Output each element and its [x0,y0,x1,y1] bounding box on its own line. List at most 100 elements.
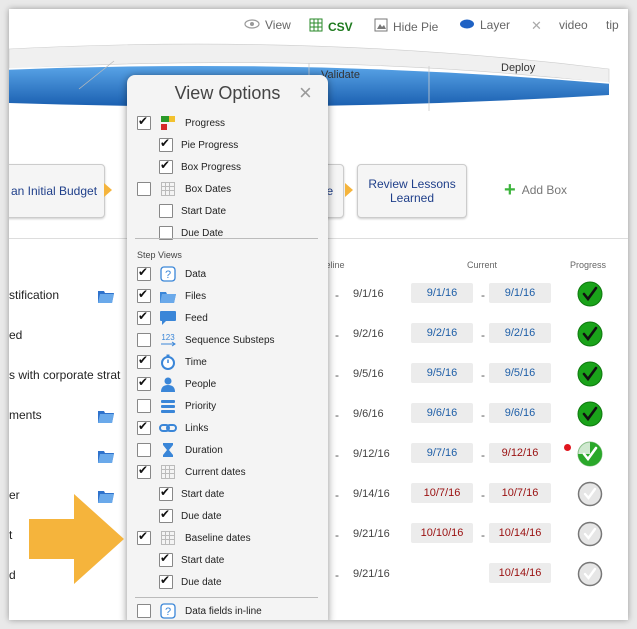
folder-icon[interactable] [97,408,115,429]
option-feed[interactable]: Feed [137,309,208,327]
csv-button[interactable]: CSV [309,18,353,35]
close-button[interactable]: × [299,82,312,104]
option-files[interactable]: Files [137,287,206,305]
option-checkbox[interactable] [159,573,173,589]
priority-icon [159,397,177,415]
option-checkbox[interactable] [159,204,173,218]
option-checkbox[interactable] [137,604,151,618]
col-progress: Progress [570,260,607,270]
layer-button[interactable]: Layer [459,18,510,32]
option-baseline-dates[interactable]: Baseline dates [137,529,251,547]
option-priority[interactable]: Priority [137,397,216,415]
option-label: Box Dates [185,183,232,195]
baseline-due: 9/1/16 [353,288,384,300]
option-label: Time [185,356,207,368]
option-data[interactable]: ? Data [137,265,206,283]
option-time[interactable]: Time [137,353,207,371]
folder-icon [159,287,177,305]
step-box-review-lessons[interactable]: Review Lessons Learned [357,164,467,218]
close-toolbar-button[interactable]: ✕ [531,18,542,34]
option-start-date[interactable]: Start Date [159,202,226,220]
hide-pie-button[interactable]: Hide Pie [374,18,438,35]
current-start[interactable]: 9/1/16 [411,283,473,303]
calendar-icon [159,463,177,481]
current-due[interactable]: 9/2/16 [489,323,551,343]
folder-icon[interactable] [97,448,115,469]
option-checkbox[interactable] [137,265,151,281]
option-people[interactable]: People [137,375,216,393]
date-separator: - [335,328,339,342]
baseline-due: 9/12/16 [353,448,390,460]
progress-check-icon[interactable] [577,401,603,427]
option-due-date[interactable]: Due date [159,507,222,525]
current-start[interactable]: 9/7/16 [411,443,473,463]
option-checkbox[interactable] [137,375,151,391]
option-links[interactable]: Links [137,419,208,437]
option-due-date[interactable]: Due Date [159,224,223,242]
current-due[interactable]: 10/14/16 [489,563,551,583]
person-icon [159,375,177,393]
option-label: Start date [181,488,225,500]
option-sequence-substeps[interactable]: 123 Sequence Substeps [137,331,275,349]
progress-check-icon[interactable] [577,361,603,387]
tip-link[interactable]: tip [606,18,619,32]
option-checkbox[interactable] [137,419,151,435]
option-checkbox[interactable] [159,158,173,174]
option-current-dates[interactable]: Current dates [137,463,246,481]
current-start[interactable]: 10/7/16 [411,483,473,503]
app-frame: View CSV Hide Pie Layer ✕ video tip Vali… [9,9,628,620]
option-start-date[interactable]: Start date [159,485,224,503]
progress-check-icon[interactable] [577,321,603,347]
progress-check-icon[interactable] [577,441,603,467]
step-name: t [9,528,13,542]
option-checkbox[interactable] [137,463,151,479]
current-due[interactable]: 9/1/16 [489,283,551,303]
sequence-icon: 123 [159,331,177,349]
folder-icon[interactable] [97,288,115,309]
option-checkbox[interactable] [137,309,151,325]
current-due[interactable]: 9/12/16 [489,443,551,463]
progress-check-icon[interactable] [577,281,603,307]
option-checkbox[interactable] [137,333,151,347]
current-start[interactable]: 9/6/16 [411,403,473,423]
progress-check-icon[interactable] [577,561,603,587]
progress-check-icon[interactable] [577,521,603,547]
option-progress[interactable]: Progress [137,114,225,132]
option-label: Sequence Substeps [185,334,275,346]
option-checkbox[interactable] [159,485,173,501]
current-start[interactable]: 10/10/16 [411,523,473,543]
option-box-progress[interactable]: Box Progress [159,158,241,176]
option-checkbox[interactable] [137,353,151,369]
video-link[interactable]: video [559,18,588,32]
option-checkbox[interactable] [137,529,151,545]
option-checkbox[interactable] [137,287,151,303]
option-start-date[interactable]: Start date [159,551,224,569]
current-due[interactable]: 9/5/16 [489,363,551,383]
current-start[interactable]: 9/2/16 [411,323,473,343]
add-box-button[interactable]: + Add Box [504,180,567,200]
spreadsheet-icon [309,18,323,35]
current-due[interactable]: 10/14/16 [489,523,551,543]
dialog-divider [135,597,318,598]
option-checkbox[interactable] [159,507,173,523]
option-checkbox[interactable] [137,399,151,413]
progress-check-icon[interactable] [577,481,603,507]
option-checkbox[interactable] [159,136,173,152]
option-data-fields-in-line[interactable]: ? Data fields in-line [137,602,262,620]
close-icon: ✕ [531,18,542,33]
option-checkbox[interactable] [137,443,151,457]
option-checkbox[interactable] [137,182,151,196]
option-checkbox[interactable] [137,114,151,130]
option-due-date[interactable]: Due date [159,573,222,591]
baseline-due: 9/21/16 [353,528,390,540]
current-start[interactable]: 9/5/16 [411,363,473,383]
option-checkbox[interactable] [159,551,173,567]
current-due[interactable]: 9/6/16 [489,403,551,423]
option-box-dates[interactable]: Box Dates [137,180,231,198]
current-due[interactable]: 10/7/16 [489,483,551,503]
option-duration[interactable]: Duration [137,441,223,459]
date-separator: - [481,448,485,462]
option-pie-progress[interactable]: Pie Progress [159,136,238,154]
view-button[interactable]: View [244,18,291,32]
step-box-budget[interactable]: an Initial Budget [9,164,105,218]
